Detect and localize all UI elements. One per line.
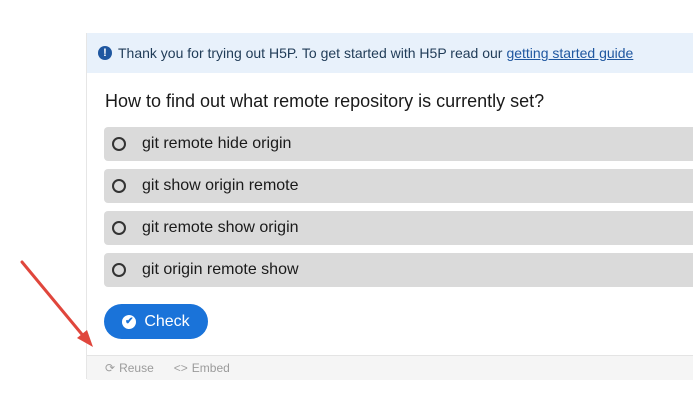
arrow-shaft xyxy=(20,260,87,340)
annotation-arrow xyxy=(20,260,93,347)
